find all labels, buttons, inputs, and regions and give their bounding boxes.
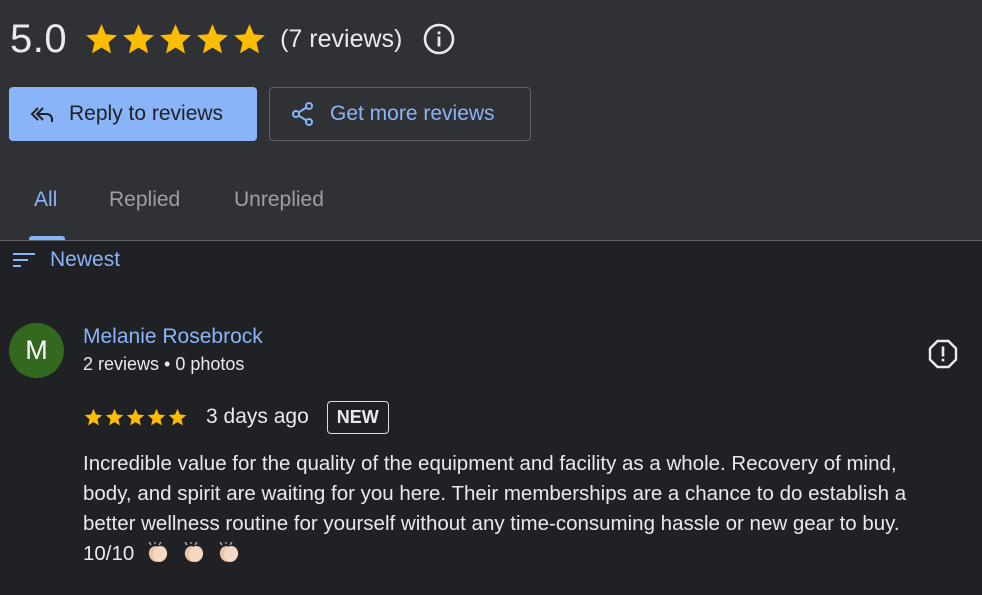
reply-to-reviews-button[interactable]: Reply to reviews	[9, 87, 257, 141]
sort-icon	[13, 253, 35, 267]
review-line: better wellness routine for yourself wit…	[83, 512, 900, 535]
star-icon	[123, 23, 155, 53]
report-icon	[928, 339, 958, 369]
clapping-hands-icon	[148, 542, 168, 562]
star-icon	[86, 23, 118, 53]
sort-label: Newest	[50, 248, 121, 271]
tab-replied[interactable]: Replied	[109, 188, 180, 212]
sort-button[interactable]: Newest	[12, 246, 120, 274]
tabs-divider	[0, 240, 982, 241]
star-icon	[160, 23, 192, 53]
star-icon	[197, 23, 229, 53]
new-badge: NEW	[326, 400, 389, 434]
star-icon	[234, 23, 266, 53]
rating-header: 5.0 (7 reviews) Reply to reviews Get mor…	[0, 0, 982, 240]
review-stars	[83, 407, 188, 428]
star-icon	[105, 408, 124, 425]
info-button[interactable]	[422, 22, 456, 56]
review-count: (7 reviews)	[280, 24, 403, 53]
reply-all-icon	[30, 107, 53, 122]
report-review-button[interactable]	[926, 337, 960, 371]
star-icon	[126, 408, 145, 425]
star-icon	[147, 408, 166, 425]
average-stars	[83, 21, 268, 58]
tab-all[interactable]: All	[34, 188, 57, 212]
review-line: Incredible value for the quality of the …	[83, 452, 897, 475]
review-date: 3 days ago	[206, 405, 309, 428]
review-line: 10/10	[83, 542, 135, 565]
review-text: Incredible value for the quality of the …	[83, 449, 973, 569]
star-icon	[168, 408, 187, 425]
star-icon	[84, 408, 103, 425]
info-icon	[424, 23, 455, 55]
reviewer-name[interactable]: Melanie Rosebrock	[83, 325, 263, 349]
avatar[interactable]: M	[9, 323, 64, 378]
tab-unreplied[interactable]: Unreplied	[234, 188, 324, 212]
share-icon	[292, 102, 313, 126]
get-more-reviews-button[interactable]: Get more reviews	[269, 87, 531, 141]
clapping-hands-icon	[219, 542, 239, 562]
get-more-reviews-label: Get more reviews	[330, 102, 495, 125]
review-line-last: 10/10	[83, 539, 973, 569]
rating-summary: 5.0 (7 reviews)	[10, 14, 456, 64]
clapping-hands-icon	[184, 542, 203, 562]
average-score: 5.0	[10, 16, 68, 61]
review-rating-row: 3 days ago NEW	[83, 399, 389, 435]
review-line: body, and spirit are waiting for you her…	[83, 482, 907, 505]
reply-to-reviews-label: Reply to reviews	[69, 102, 224, 125]
reviewer-meta: 2 reviews • 0 photos	[83, 354, 245, 374]
